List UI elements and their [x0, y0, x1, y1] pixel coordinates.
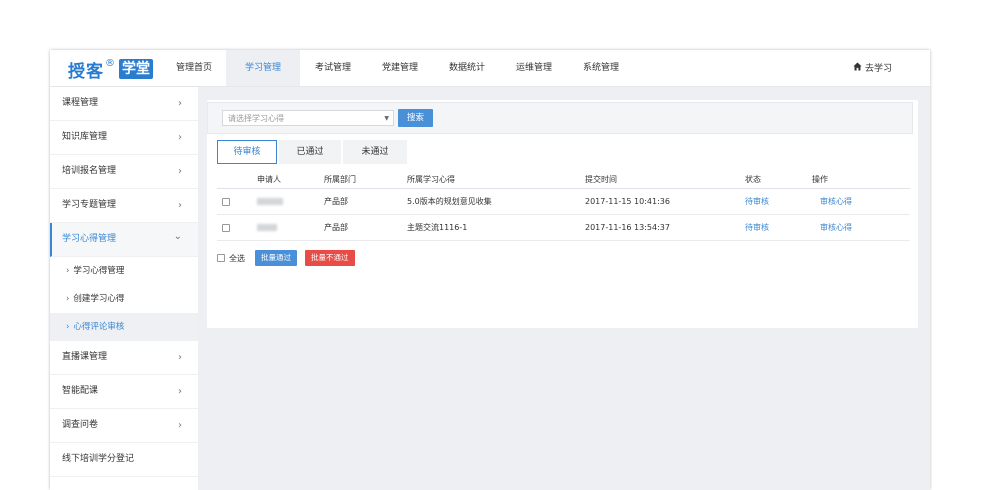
review-table: 申请人 所属部门 所属学习心得 提交时间 状态 操作 产品部 5.0版本的规划意… — [217, 172, 910, 241]
chevron-right-icon: › — [178, 166, 182, 177]
nav-ops-management[interactable]: 运维管理 — [500, 50, 568, 86]
header-status: 状态 — [745, 175, 761, 184]
header-submit-time: 提交时间 — [585, 175, 617, 184]
nav-admin-home[interactable]: 管理首页 — [162, 50, 226, 86]
go-study-label: 去学习 — [864, 64, 892, 74]
row-checkbox[interactable] — [222, 198, 230, 206]
chevron-right-icon: › — [66, 322, 70, 332]
select-all-label: 全选 — [229, 253, 245, 263]
chevron-right-icon: › — [178, 200, 182, 211]
header-department: 所属部门 — [324, 175, 356, 184]
sidebar-item-live-courses[interactable]: 直播课管理 › — [50, 341, 198, 375]
tab-approved[interactable]: 已通过 — [279, 140, 341, 164]
note-select[interactable]: 请选择学习心得 ▼ — [222, 110, 394, 126]
row-checkbox[interactable] — [222, 224, 230, 232]
tab-rejected[interactable]: 未通过 — [343, 140, 407, 164]
nav-learning-management[interactable]: 学习管理 — [226, 50, 300, 86]
review-note-link[interactable]: 审核心得 — [820, 215, 852, 240]
logo[interactable]: 授客 ® 学堂 — [68, 57, 153, 82]
applicant-name-redacted — [257, 215, 277, 240]
chevron-right-icon: › — [178, 132, 182, 143]
batch-actions: 全选 批量通过 批量不通过 — [217, 250, 355, 266]
chevron-right-icon: › — [66, 294, 70, 304]
batch-reject-button[interactable]: 批量不通过 — [305, 250, 355, 266]
top-bar: 授客 ® 学堂 管理首页 学习管理 考试管理 党建管理 数据统计 运维管理 系统… — [50, 50, 930, 87]
nav-party-management[interactable]: 党建管理 — [366, 50, 434, 86]
sidebar-item-label: 课程管理 — [62, 98, 99, 108]
go-study-link[interactable]: 去学习 — [853, 61, 892, 74]
cell-note: 5.0版本的规划意见收集 — [407, 197, 492, 206]
sidebar-item-label: 学习专题管理 — [62, 200, 117, 210]
select-all-checkbox[interactable] — [217, 254, 225, 262]
table-row: 产品部 5.0版本的规划意见收集 2017-11-15 10:41:36 待审核… — [217, 189, 910, 215]
cell-department: 产品部 — [324, 223, 348, 232]
chevron-down-icon: ⌄ — [173, 231, 182, 242]
cell-submit-time: 2017-11-16 13:54:37 — [585, 223, 670, 232]
note-select-placeholder: 请选择学习心得 — [228, 114, 284, 123]
sidebar-subitem-create-note[interactable]: › 创建学习心得 — [50, 285, 198, 313]
sidebar-item-label: 调查问卷 — [62, 420, 99, 430]
header-applicant: 申请人 — [257, 175, 281, 184]
sidebar-item-label: 线下培训学分登记 — [62, 454, 135, 464]
sidebar-subitem-label: 创建学习心得 — [73, 294, 125, 304]
chevron-right-icon: › — [66, 266, 70, 276]
sidebar-item-course-management[interactable]: 课程管理 › — [50, 87, 198, 121]
logo-text: 授客 — [68, 61, 104, 82]
status-tabs: 待审核 已通过 未通过 — [217, 140, 409, 166]
sidebar-item-label: 学习心得管理 — [62, 234, 117, 244]
sidebar-item-learning-notes[interactable]: 学习心得管理 ⌄ — [50, 223, 198, 257]
applicant-name-redacted — [257, 189, 283, 214]
sidebar-item-offline-credits[interactable]: 线下培训学分登记 — [50, 443, 198, 477]
sidebar-item-smart-course[interactable]: 智能配课 › — [50, 375, 198, 409]
chevron-right-icon: › — [178, 98, 182, 109]
table-header: 申请人 所属部门 所属学习心得 提交时间 状态 操作 — [217, 172, 910, 189]
sidebar-subitem-comment-review[interactable]: › 心得评论审核 — [50, 313, 198, 341]
chevron-right-icon: › — [178, 386, 182, 397]
sidebar-subitem-label: 心得评论审核 — [73, 322, 125, 332]
chevron-right-icon: › — [178, 352, 182, 363]
batch-approve-button[interactable]: 批量通过 — [255, 250, 297, 266]
sidebar-item-learning-topics[interactable]: 学习专题管理 › — [50, 189, 198, 223]
cell-submit-time: 2017-11-15 10:41:36 — [585, 197, 670, 206]
table-row: 产品部 主题交流1116-1 2017-11-16 13:54:37 待审核 审… — [217, 215, 910, 241]
chevron-right-icon: › — [178, 420, 182, 431]
caret-down-icon: ▼ — [384, 115, 389, 122]
search-bar: 请选择学习心得 ▼ 搜索 — [207, 102, 913, 134]
cell-note: 主题交流1116-1 — [407, 223, 468, 232]
sidebar-item-label: 直播课管理 — [62, 352, 108, 362]
sidebar-item-survey[interactable]: 调查问卷 › — [50, 409, 198, 443]
sidebar-subitem-label: 学习心得管理 — [73, 266, 125, 276]
logo-badge: 学堂 — [119, 59, 153, 79]
cell-status: 待审核 — [745, 197, 769, 206]
nav-statistics[interactable]: 数据统计 — [434, 50, 500, 86]
sidebar-subitem-notes-management[interactable]: › 学习心得管理 — [50, 257, 198, 285]
nav-exam-management[interactable]: 考试管理 — [300, 50, 366, 86]
sidebar: 课程管理 › 知识库管理 › 培训报名管理 › 学习专题管理 › 学习心得管理 … — [50, 87, 198, 490]
nav-system-management[interactable]: 系统管理 — [568, 50, 634, 86]
sidebar-item-label: 培训报名管理 — [62, 166, 117, 176]
main-nav: 管理首页 学习管理 考试管理 党建管理 数据统计 运维管理 系统管理 — [162, 50, 634, 86]
tab-pending[interactable]: 待审核 — [217, 140, 277, 164]
home-icon — [853, 61, 865, 74]
cell-status: 待审核 — [745, 223, 769, 232]
sidebar-item-training-signup[interactable]: 培训报名管理 › — [50, 155, 198, 189]
sidebar-item-label: 智能配课 — [62, 386, 99, 396]
app-window: 授客 ® 学堂 管理首页 学习管理 考试管理 党建管理 数据统计 运维管理 系统… — [50, 50, 930, 490]
sidebar-item-label: 知识库管理 — [62, 132, 108, 142]
search-button[interactable]: 搜索 — [398, 109, 433, 127]
main-panel: 请选择学习心得 ▼ 搜索 待审核 已通过 未通过 申请人 所属部门 所属学习心得… — [207, 100, 918, 328]
header-action: 操作 — [812, 175, 828, 184]
header-note: 所属学习心得 — [407, 175, 455, 184]
review-note-link[interactable]: 审核心得 — [820, 189, 852, 214]
sidebar-item-knowledge-base[interactable]: 知识库管理 › — [50, 121, 198, 155]
cell-department: 产品部 — [324, 197, 348, 206]
logo-registered-mark: ® — [105, 57, 115, 69]
